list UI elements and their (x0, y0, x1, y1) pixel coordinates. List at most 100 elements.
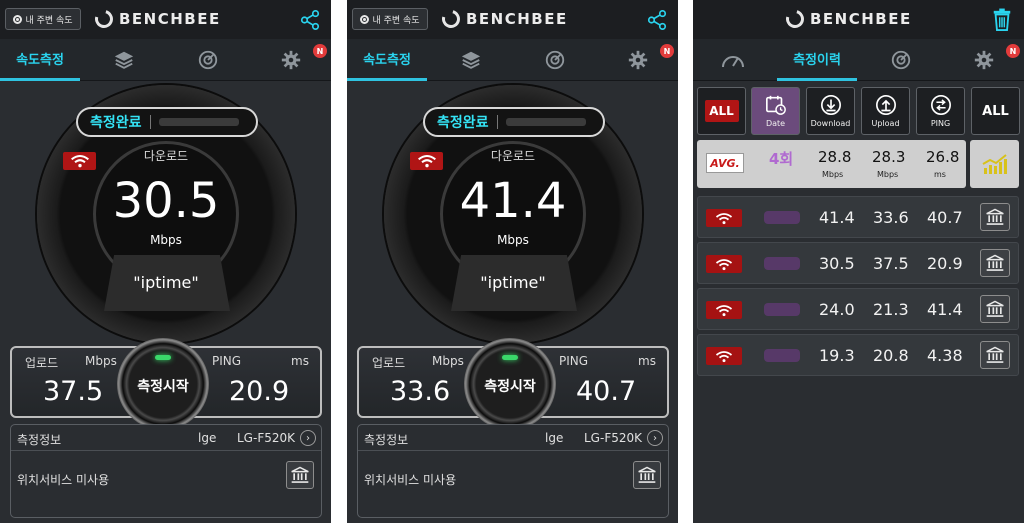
status-pill: 측정완료 (423, 107, 605, 137)
benchbee-logo: BENCHBEE (438, 6, 568, 32)
trash-icon[interactable] (991, 8, 1013, 32)
ping-value: 40.7 (576, 376, 637, 407)
tab-speed-test-label: 속도측정 (16, 53, 64, 68)
nearby-speed-label: 내 주변 속도 (372, 15, 420, 26)
filter-ping-button[interactable]: PING (916, 87, 965, 135)
redacted-date (764, 349, 800, 362)
info-header[interactable]: 측정정보 lge LG-F520K › (358, 425, 668, 451)
wifi-icon (715, 350, 733, 362)
layers-icon (461, 51, 481, 69)
globe-icon (198, 50, 218, 70)
row-upload: 33.6 (873, 208, 909, 227)
ping-label: PING (559, 354, 589, 368)
history-row[interactable]: 30.5 37.5 20.9 (697, 242, 1019, 284)
nearby-speed-label: 내 주변 속도 (25, 15, 73, 26)
filter-download-button[interactable]: Download (806, 87, 855, 135)
new-badge: N (660, 44, 674, 58)
ping-unit: ms (291, 354, 309, 368)
start-test-button[interactable]: 측정시작 (464, 338, 556, 430)
download-label: 다운로드 (143, 149, 189, 163)
row-upload: 20.8 (873, 346, 909, 365)
row-download: 30.5 (819, 254, 855, 273)
tab-map[interactable] (515, 39, 595, 81)
bank-button[interactable] (980, 249, 1010, 277)
location-status: 위치서비스 미사용 (17, 473, 110, 487)
tab-map[interactable] (861, 39, 941, 81)
wifi-icon (715, 258, 733, 270)
filter-download-label: Download (810, 119, 851, 128)
row-ping: 20.9 (927, 254, 963, 273)
bank-button[interactable] (980, 203, 1010, 231)
tab-speed-test[interactable]: 속도측정 (0, 39, 80, 81)
row-ping: 40.7 (927, 208, 963, 227)
tab-speed-test-label: 속도측정 (363, 53, 411, 68)
tab-history[interactable]: 측정이력 (777, 39, 857, 81)
info-panel: 측정정보 lge LG-F520K › 위치서비스 미사용 (357, 424, 669, 518)
nearby-speed-button[interactable]: 내 주변 속도 (352, 8, 428, 30)
upload-label: 업로드 (25, 356, 59, 370)
history-row[interactable]: 19.3 20.8 4.38 (697, 334, 1019, 376)
top-bar: BENCHBEE (693, 0, 1024, 39)
tab-layers[interactable] (431, 39, 511, 81)
tab-bar: 측정이력 N (693, 39, 1024, 81)
start-indicator-light (155, 355, 171, 360)
info-panel: 측정정보 lge LG-F520K › 위치서비스 미사용 (10, 424, 322, 518)
row-download: 19.3 (819, 346, 855, 365)
chart-button[interactable] (970, 140, 1019, 188)
upload-value: 37.5 (43, 376, 104, 407)
bank-button[interactable] (633, 461, 661, 489)
bank-icon (986, 300, 1004, 317)
start-test-button[interactable]: 측정시작 (117, 338, 209, 430)
wifi-icon (715, 304, 733, 316)
wifi-badge (706, 347, 742, 365)
share-icon[interactable] (299, 9, 321, 31)
upload-icon (875, 95, 896, 115)
download-unit: Mbps (497, 233, 529, 247)
nearby-speed-button[interactable]: 내 주변 속도 (5, 8, 81, 30)
redacted-date (764, 303, 800, 316)
benchbee-logo-icon (782, 6, 808, 32)
tab-speed-test[interactable] (693, 39, 773, 81)
location-icon (13, 14, 23, 24)
bank-button[interactable] (980, 295, 1010, 323)
download-icon (820, 95, 841, 115)
status-divider (149, 115, 151, 129)
history-screen: BENCHBEE 측정이력 N ALL Date Download Upload… (693, 0, 1024, 523)
avg-badge: AVG. (706, 153, 744, 173)
tab-map[interactable] (168, 39, 248, 81)
chevron-right-icon[interactable]: › (300, 430, 316, 446)
wifi-badge (706, 209, 742, 227)
tab-history-label: 측정이력 (793, 53, 841, 68)
info-title: 측정정보 (364, 433, 409, 447)
download-value: 41.4 (459, 173, 567, 229)
avg-ping-unit: ms (934, 170, 946, 179)
filter-all-wifi-button[interactable]: ALL (697, 87, 746, 135)
filter-date-label: Date (765, 119, 786, 128)
start-test-label: 측정시작 (137, 379, 189, 395)
info-header[interactable]: 측정정보 lge LG-F520K › (11, 425, 321, 451)
bank-button[interactable] (286, 461, 314, 489)
filter-date-button[interactable]: Date (751, 87, 800, 135)
history-row[interactable]: 41.4 33.6 40.7 (697, 196, 1019, 238)
filter-all-button[interactable]: ALL (971, 87, 1020, 135)
avg-count: 4회 (769, 150, 794, 168)
tab-speed-test[interactable]: 속도측정 (347, 39, 427, 81)
globe-icon (891, 50, 911, 70)
chevron-right-icon[interactable]: › (647, 430, 663, 446)
app-name: BENCHBEE (119, 10, 221, 28)
ping-label: PING (212, 354, 242, 368)
share-icon[interactable] (646, 9, 668, 31)
tab-layers[interactable] (84, 39, 164, 81)
row-ping: 4.38 (927, 346, 963, 365)
row-download: 41.4 (819, 208, 855, 227)
filter-upload-button[interactable]: Upload (861, 87, 910, 135)
globe-icon (545, 50, 565, 70)
benchbee-logo-icon (91, 6, 117, 32)
status-text: 측정완료 (437, 115, 489, 131)
bank-icon (986, 346, 1004, 363)
benchbee-logo: BENCHBEE (91, 6, 221, 32)
history-row[interactable]: 24.0 21.3 41.4 (697, 288, 1019, 330)
redacted-date (764, 211, 800, 224)
bank-button[interactable] (980, 341, 1010, 369)
upload-unit: Mbps (432, 354, 464, 368)
